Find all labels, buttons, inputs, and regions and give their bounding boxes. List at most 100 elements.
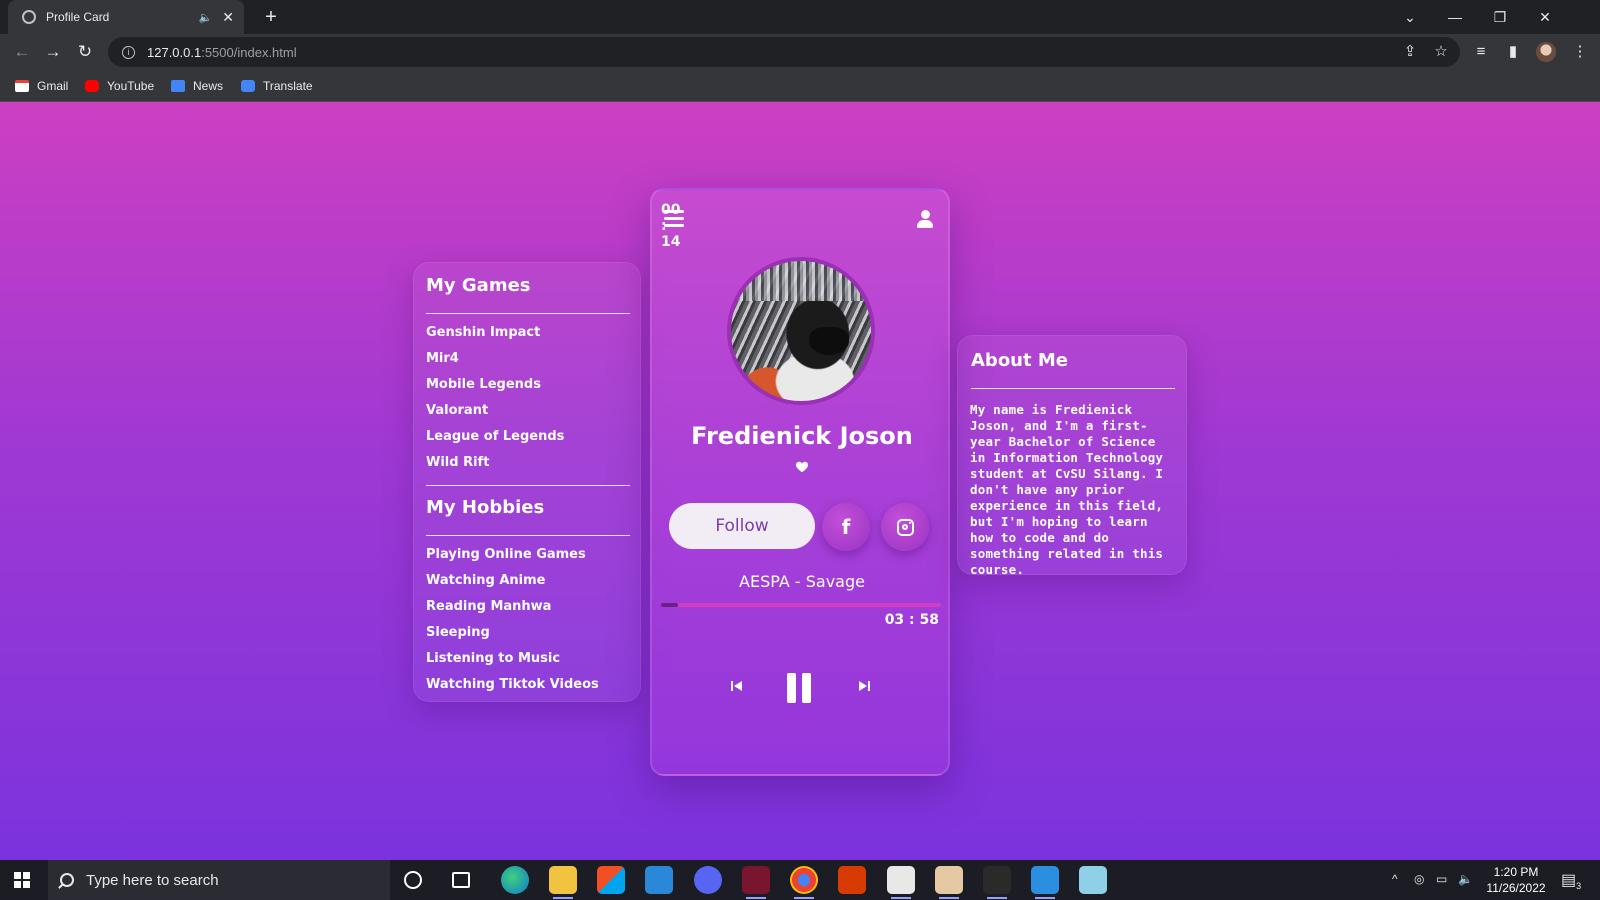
clock-date: 11/26/2022	[1486, 881, 1546, 895]
side-panel-icon[interactable]: ▮	[1502, 41, 1524, 63]
speaker-icon[interactable]: 🔈	[199, 11, 213, 24]
genshin-icon[interactable]	[935, 866, 963, 899]
bookmarks-bar: Gmail YouTube News Translate	[0, 70, 1600, 102]
previous-track-icon[interactable]	[730, 679, 744, 693]
file-explorer-icon[interactable]	[549, 866, 577, 899]
system-clock[interactable]: 1:20 PM 11/26/2022	[1480, 864, 1552, 896]
divider	[426, 313, 630, 314]
profile-card: Fredienick Joson Follow f AESPA - Savage…	[650, 188, 950, 776]
hobby-item: Listening to Music	[426, 651, 561, 666]
windows-start-icon[interactable]	[14, 872, 30, 888]
facebook-icon: f	[841, 515, 851, 539]
tab-search-icon[interactable]: ⌄	[1387, 0, 1433, 34]
tray-chevron-icon[interactable]: ^	[1392, 872, 1398, 886]
browser-tab[interactable]: Profile Card 🔈 ✕	[8, 0, 244, 34]
bookmark-gmail[interactable]: Gmail	[15, 77, 68, 95]
bookmark-youtube[interactable]: YouTube	[85, 77, 154, 95]
song-progress-fill	[661, 603, 678, 607]
youtube-icon	[85, 80, 99, 92]
tab-title: Profile Card	[46, 10, 110, 24]
bookmark-label: YouTube	[107, 79, 155, 93]
close-tab-icon[interactable]: ✕	[222, 9, 234, 26]
hobbies-list: Playing Online Games Watching Anime Read…	[426, 542, 599, 698]
profile-photo	[727, 257, 875, 405]
office-icon[interactable]	[838, 866, 866, 894]
meet-now-icon[interactable]: ◎	[1414, 872, 1424, 886]
game-item: Wild Rift	[426, 455, 490, 470]
mir4-icon[interactable]	[887, 866, 915, 899]
about-heading: About Me	[971, 350, 1068, 371]
game-item: Mir4	[426, 351, 459, 366]
divider	[426, 485, 630, 486]
page-viewport: My Games Genshin Impact Mir4 Mobile Lege…	[0, 102, 1600, 860]
about-text: My name is Fredienick Joson, and I'm a f…	[970, 402, 1164, 577]
game-launcher-icon[interactable]	[983, 866, 1011, 899]
notifications-icon[interactable]: ▤3	[1561, 870, 1581, 891]
instagram-button[interactable]	[881, 503, 929, 551]
bookmark-label: News	[193, 79, 224, 93]
mail-icon[interactable]	[645, 866, 673, 894]
bookmark-label: Translate	[263, 79, 313, 93]
song-title: AESPA - Savage	[739, 572, 865, 591]
close-window-button[interactable]: ✕	[1522, 0, 1568, 34]
total-time: 03 : 58	[884, 612, 939, 628]
news-icon	[171, 80, 185, 92]
profile-avatar-icon[interactable]	[1536, 42, 1556, 62]
games-heading: My Games	[426, 275, 531, 296]
restore-button[interactable]: ❐	[1477, 0, 1523, 34]
forward-button[interactable]: →	[42, 41, 64, 63]
media-control-icon[interactable]: ≡	[1470, 41, 1492, 63]
edge-icon[interactable]	[501, 866, 529, 894]
vscode-icon[interactable]	[1031, 866, 1059, 899]
hobby-item: Playing Online Games	[426, 547, 586, 562]
kebab-menu-icon[interactable]: ⋮	[1569, 41, 1591, 63]
address-bar[interactable]: i 127.0.0.1:5500/index.html	[108, 37, 1460, 67]
profile-name: Fredienick Joson	[691, 422, 913, 450]
new-tab-button[interactable]: +	[258, 4, 284, 30]
heart-icon[interactable]	[795, 460, 809, 474]
search-icon	[60, 873, 74, 887]
discord-icon[interactable]	[694, 866, 722, 894]
current-time: 00 : 14	[661, 202, 681, 250]
bookmark-news[interactable]: News	[171, 77, 223, 95]
song-progress-bar[interactable]	[661, 603, 941, 607]
divider	[426, 535, 630, 536]
user-icon[interactable]	[916, 210, 934, 230]
clock-time: 1:20 PM	[1493, 865, 1539, 879]
back-button[interactable]: ←	[11, 41, 33, 63]
taskbar-search[interactable]: Type here to search	[48, 860, 390, 900]
pause-icon[interactable]	[784, 672, 814, 704]
bookmark-star-icon[interactable]: ☆	[1431, 42, 1451, 62]
task-view-icon[interactable]	[452, 872, 470, 888]
hobby-item: Watching Anime	[426, 573, 546, 588]
volume-icon[interactable]: 🔈	[1458, 872, 1473, 886]
globe-icon	[22, 10, 36, 24]
bookmark-translate[interactable]: Translate	[241, 77, 313, 95]
facebook-button[interactable]: f	[822, 503, 870, 551]
network-icon[interactable]: ▭	[1436, 872, 1447, 886]
game-item: Genshin Impact	[426, 325, 541, 340]
url-host: 127.0.0.1	[147, 44, 202, 60]
games-hobbies-panel: My Games Genshin Impact Mir4 Mobile Lege…	[413, 262, 641, 702]
gmail-icon	[15, 80, 29, 92]
share-icon[interactable]: ⇪	[1400, 42, 1420, 62]
hobbies-heading: My Hobbies	[426, 497, 545, 518]
cortana-icon[interactable]	[404, 871, 422, 889]
instagram-icon	[896, 518, 914, 536]
next-track-icon[interactable]	[857, 679, 871, 693]
notepad-icon[interactable]	[1079, 866, 1107, 894]
taskbar: Type here to search ^ ◎ ▭ 🔈 1:20 PM 11/2…	[0, 860, 1600, 900]
browser-toolbar: ← → ↻ i 127.0.0.1:5500/index.html ⇪ ☆	[0, 34, 1600, 70]
about-panel: About Me My name is Fredienick Joson, an…	[957, 335, 1187, 577]
minimize-button[interactable]: —	[1432, 0, 1478, 34]
chrome-icon[interactable]	[790, 866, 818, 899]
valorant-icon[interactable]	[742, 866, 770, 899]
url-path: :5500/index.html	[201, 44, 297, 60]
store-icon[interactable]	[597, 866, 625, 894]
reload-button[interactable]: ↻	[74, 41, 96, 63]
game-item: Valorant	[426, 403, 489, 418]
divider	[971, 388, 1175, 389]
game-item: Mobile Legends	[426, 377, 541, 392]
follow-button[interactable]: Follow	[669, 503, 815, 549]
info-icon[interactable]: i	[122, 45, 135, 59]
